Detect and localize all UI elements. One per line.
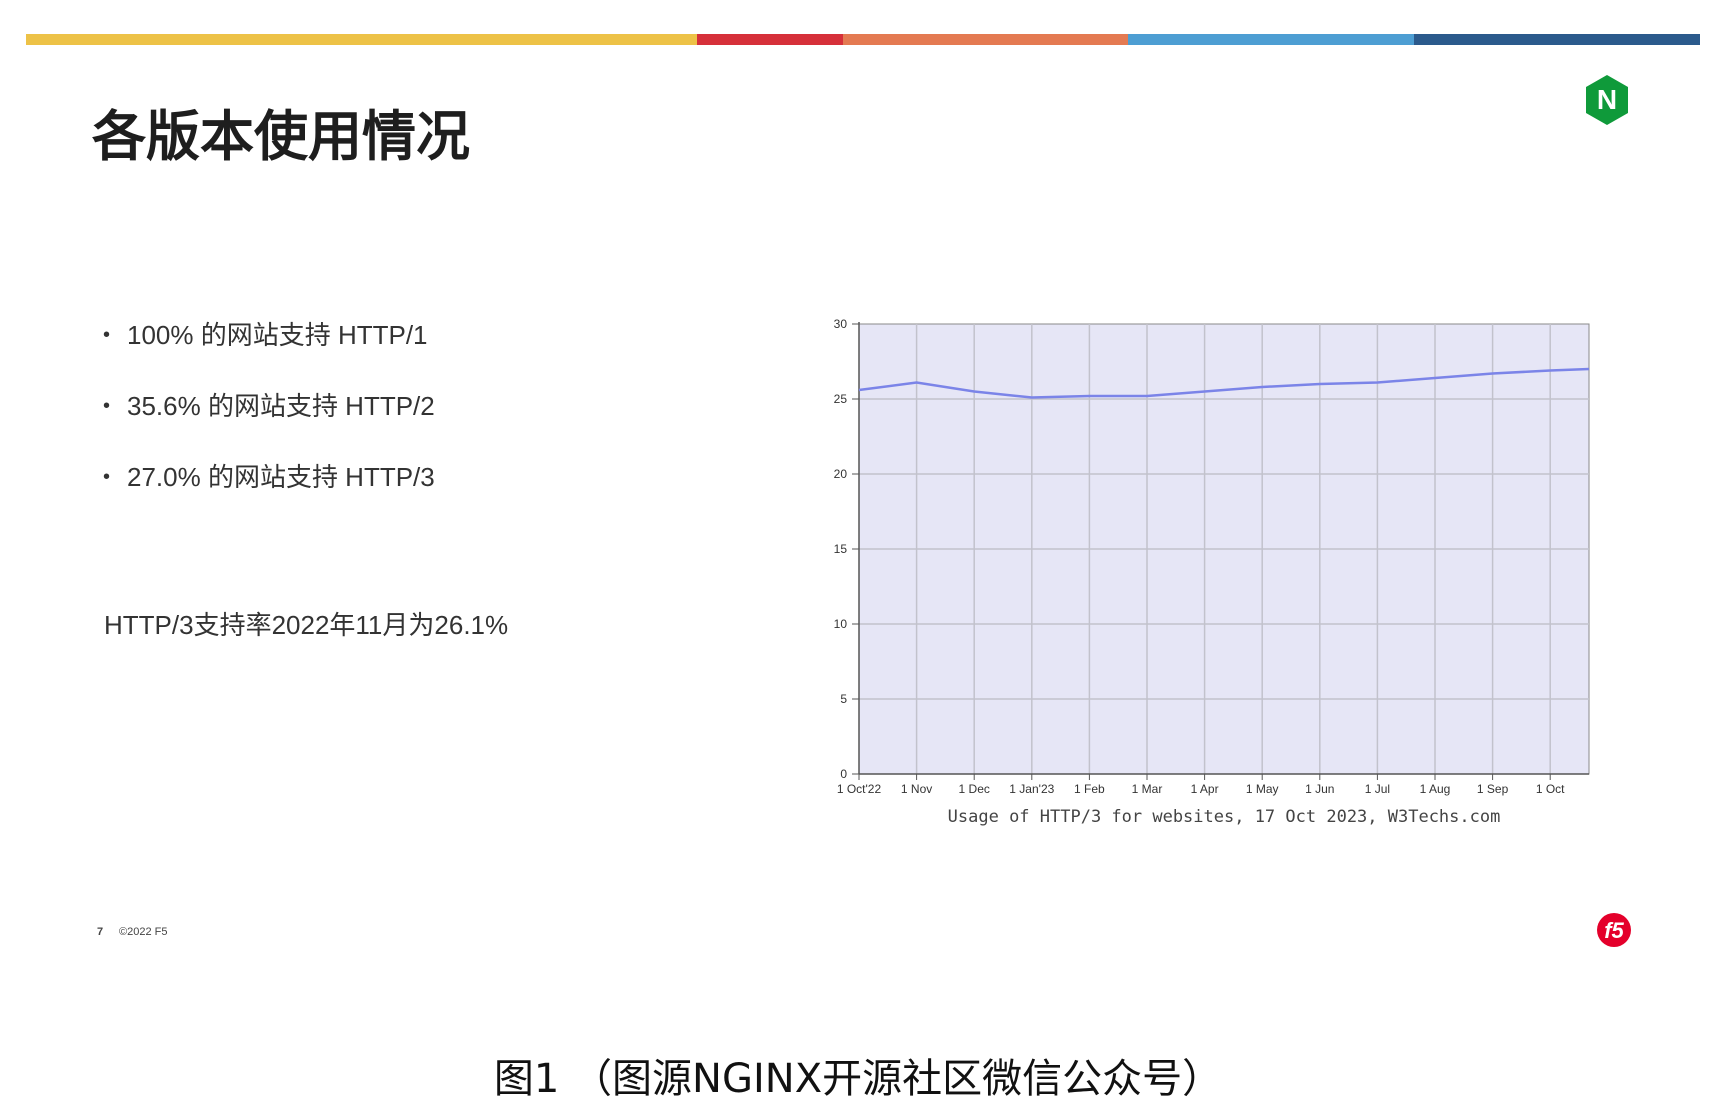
x-tick-label: 1 Oct — [1536, 782, 1565, 796]
y-tick-label: 15 — [834, 542, 848, 556]
color-bar-red — [697, 34, 843, 45]
x-tick-label: 1 Jan'23 — [1009, 782, 1054, 796]
bullet-http3: 27.0% 的网站支持 HTTP/3 — [103, 460, 435, 531]
x-tick-label: 1 Dec — [959, 782, 990, 796]
usage-bullet-list: 100% 的网站支持 HTTP/1 35.6% 的网站支持 HTTP/2 27.… — [103, 318, 435, 531]
x-tick-labels: 1 Oct'22 1 Nov 1 Dec 1 Jan'23 1 Feb 1 Mar 1 Ap… — [837, 782, 1565, 796]
x-tick-label: 1 Aug — [1420, 782, 1451, 796]
y-tick-labels: 0 5 10 15 20 25 30 — [834, 317, 848, 781]
page-title: 各版本使用情况 — [92, 105, 470, 168]
color-bar-dark-blue — [1414, 34, 1700, 45]
f5-logo-icon: f5 — [1594, 910, 1634, 954]
x-tick-label: 1 Sep — [1477, 782, 1509, 796]
x-tick-label: 1 May — [1246, 782, 1279, 796]
chart-svg: 051015202530 1 Oct'22 1 Nov 1 Dec 1 Jan'23 1… — [834, 317, 1590, 827]
x-tick-label: 1 Nov — [901, 782, 932, 796]
y-tick-label: 25 — [834, 392, 848, 406]
color-bar-yellow — [26, 34, 697, 45]
y-tick-label: 30 — [834, 317, 848, 331]
x-tick-label: 1 Apr — [1191, 782, 1219, 796]
x-tick-label: 1 Feb — [1074, 782, 1105, 796]
color-bar-orange — [843, 34, 1128, 45]
color-bar-light-blue — [1128, 34, 1414, 45]
y-tick-label: 0 — [840, 767, 847, 781]
bullet-http2: 35.6% 的网站支持 HTTP/2 — [103, 389, 435, 460]
chart-title: Usage of HTTP/3 for websites, 17 Oct 202… — [948, 807, 1501, 827]
y-tick-label: 10 — [834, 617, 848, 631]
x-tick-label: 1 Jul — [1365, 782, 1390, 796]
svg-text:N: N — [1597, 84, 1617, 115]
y-tick-label: 5 — [840, 692, 847, 706]
svg-text:f5: f5 — [1604, 918, 1624, 943]
bullet-http1: 100% 的网站支持 HTTP/1 — [103, 318, 435, 389]
figure-caption: 图1 （图源NGINX开源社区微信公众号） — [493, 1056, 1223, 1102]
copyright: ©2022 F5 — [119, 926, 168, 938]
x-tick-label: 1 Oct'22 — [837, 782, 882, 796]
x-tick-label: 1 Mar — [1132, 782, 1163, 796]
x-tick-label: 1 Jun — [1305, 782, 1334, 796]
nginx-logo-icon: N — [1583, 73, 1631, 131]
page-number: 7 — [97, 926, 104, 938]
http3-note: HTTP/3支持率2022年11月为26.1% — [104, 610, 509, 640]
http3-usage-chart: 0 5 10 15 20 25 30 1 Oct'22 1 Nov 1 Dec 1 Jan'23 1… — [800, 300, 1600, 844]
y-tick-label: 20 — [834, 467, 848, 481]
